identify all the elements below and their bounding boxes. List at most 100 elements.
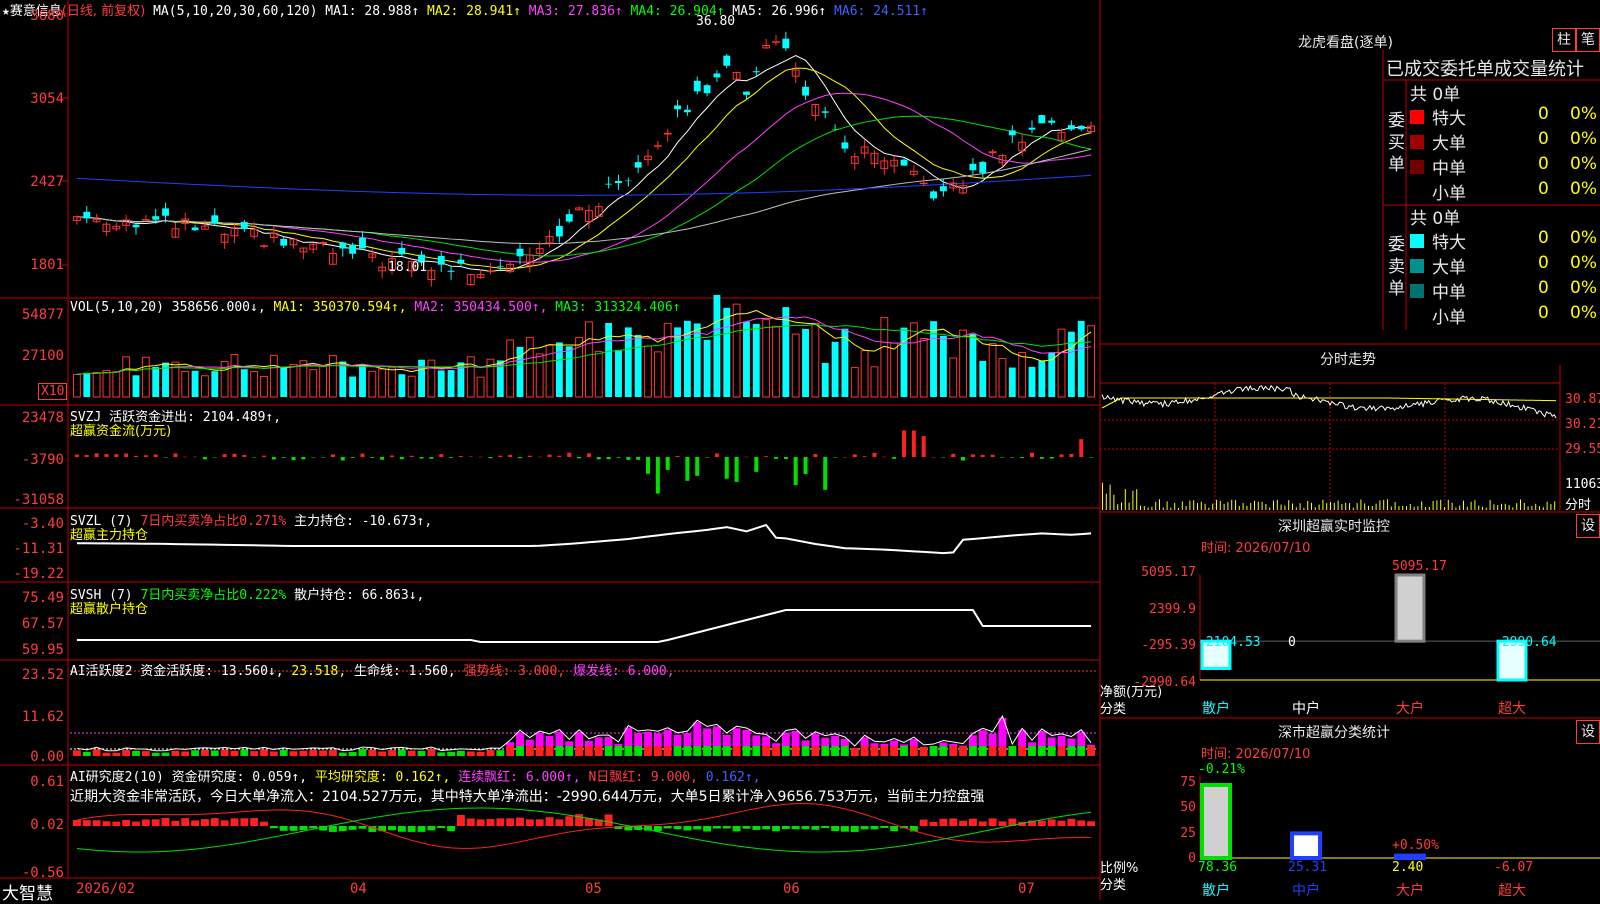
ai1-life: 生命线: 1.560, [354, 664, 456, 679]
intraday-vol-bar [1242, 502, 1244, 510]
candle-body [437, 255, 445, 265]
research-bar [703, 826, 711, 832]
volume-bar [1077, 320, 1085, 397]
flow-bar [547, 454, 552, 457]
volume-bar [201, 375, 209, 398]
intraday-vol-bar [1124, 489, 1126, 510]
order-percent: 0% [1570, 129, 1597, 149]
sz-class-axis-tick: 0 [1188, 851, 1196, 866]
research-bar [860, 826, 869, 830]
candle-body [486, 270, 495, 273]
flow-bar [695, 457, 700, 476]
volume-bar [723, 307, 731, 397]
activity-bar [732, 746, 741, 756]
intraday-vol-bar [1333, 502, 1335, 510]
volume-bar [752, 323, 760, 397]
flow-bar [685, 457, 690, 481]
vol-header: VOL(5,10,20) 358656.000↓, MA1: 350370.59… [70, 300, 681, 315]
flow-bar [390, 455, 394, 457]
flow-bar [252, 457, 257, 458]
svsh-axis-tick: 67.57 [21, 616, 64, 632]
intraday-vol-bar [1147, 507, 1149, 510]
intraday-vol-bar [1421, 501, 1423, 510]
research-bar [417, 826, 426, 832]
candle-body [457, 259, 465, 264]
ai2-avg: 平均研究度: 0.162↑, [314, 770, 451, 785]
candle-body [516, 248, 524, 257]
intraday-vol-bar [1546, 501, 1548, 510]
flow-bar [262, 455, 266, 457]
candle-body [1077, 125, 1085, 130]
research-bar [486, 819, 495, 826]
sz-monitor-title: 深圳超赢实时监控 [1278, 519, 1390, 535]
flow-bar [399, 457, 404, 460]
intraday-vol-bar [1288, 500, 1290, 510]
color-swatch [1410, 259, 1424, 273]
color-swatch [1410, 185, 1424, 199]
research-bar [407, 826, 416, 832]
activity-bar [653, 733, 662, 746]
brand-logo[interactable]: 大智慧 [2, 879, 53, 904]
intraday-vol-bar [1185, 505, 1187, 510]
activity-bar [850, 747, 859, 756]
volume-bar [979, 360, 987, 397]
candle-body [693, 80, 701, 92]
sz-class-settings-button[interactable]: 设 [1576, 720, 1600, 744]
chart-mode[interactable]: (日线, 前复权) [62, 4, 145, 19]
flow-bar [1079, 439, 1084, 457]
sz-monitor-axis-tick: 2399.9 [1149, 602, 1196, 617]
volume-bar [211, 371, 219, 397]
intraday-vol-bar [1356, 503, 1358, 510]
intraday-vol-bar [1425, 507, 1426, 510]
flow-bar [803, 457, 808, 474]
activity-bar [260, 749, 268, 756]
intraday-foot: 分时 [1565, 498, 1592, 513]
ma60-line [76, 148, 1092, 245]
intraday-vol-bar [1121, 502, 1122, 510]
category-label: 大户 [1396, 883, 1424, 899]
sz-monitor-settings-button[interactable]: 设 [1576, 514, 1600, 538]
volume-bar [802, 328, 809, 397]
volume-bar [525, 336, 534, 398]
activity-bar [811, 733, 820, 746]
buy-row-0: 特大 [1410, 104, 1466, 129]
order-type: 小单 [1432, 308, 1466, 328]
activity-bar [762, 736, 771, 746]
ratio-value-label: 78.36 [1198, 860, 1238, 875]
dragon-heading: 已成交委托单成交量统计 [1386, 59, 1584, 80]
volume-bar [870, 366, 879, 398]
bar-view-button[interactable]: 柱 [1552, 28, 1576, 52]
flow-bar [626, 457, 631, 460]
volume-bar [230, 354, 239, 398]
order-count: 0 [1538, 303, 1549, 323]
research-bar [112, 821, 121, 826]
intraday-vol-bar [1523, 502, 1525, 510]
intraday-vol-bar [1254, 500, 1255, 510]
pen-view-button[interactable]: 笔 [1576, 28, 1600, 52]
intraday-vol-bar [1554, 501, 1556, 510]
net-amount-label: 5095.17 [1392, 559, 1447, 574]
volume-bar [1057, 328, 1066, 398]
activity-bar [998, 718, 1007, 746]
activity-bar [525, 746, 534, 756]
activity-bar [988, 746, 997, 756]
intraday-vol-bar [1474, 500, 1476, 510]
main-chart-canvas[interactable] [0, 0, 1600, 900]
activity-bar [959, 745, 967, 747]
activity-bar [998, 746, 1007, 756]
research-bar [801, 826, 810, 830]
order-percent: 0% [1570, 278, 1597, 298]
activity-bar [949, 744, 958, 746]
order-type: 小单 [1432, 184, 1466, 204]
flow-bar [173, 453, 178, 457]
activity-bar [762, 746, 771, 756]
activity-bar [673, 746, 682, 756]
ratio-bar [1200, 783, 1232, 860]
candle-body [191, 227, 199, 231]
flow-bar [1089, 457, 1094, 458]
intraday-axis-tick: 30.87 [1565, 392, 1600, 407]
intraday-vol-bar [1227, 502, 1229, 510]
vol-axis-tick: 27100 [21, 348, 64, 364]
candle-body [939, 186, 947, 192]
flow-bar [498, 455, 503, 457]
